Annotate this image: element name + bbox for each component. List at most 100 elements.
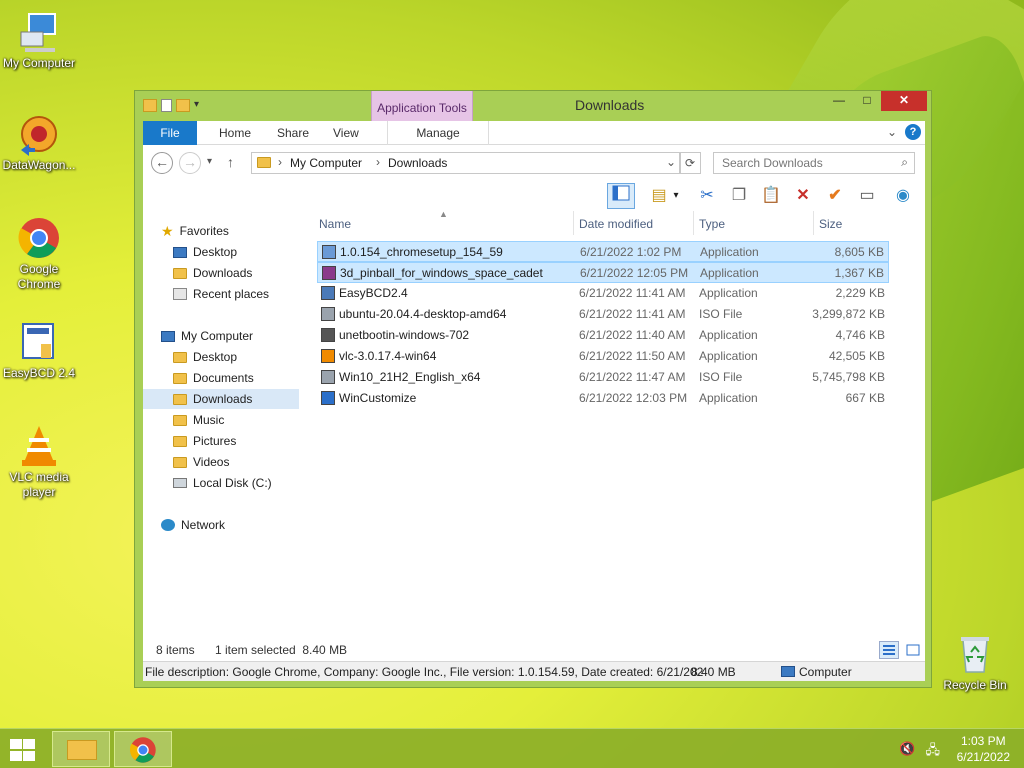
file-row[interactable]: unetbootin-windows-702 6/21/2022 11:40 AM… [317, 325, 889, 346]
desktop-icon-my-computer[interactable]: My Computer [0, 10, 78, 71]
file-row[interactable]: 3d_pinball_for_windows_space_cadet 6/21/2… [317, 262, 889, 283]
up-button[interactable]: ↑ [227, 154, 234, 170]
desktop-icon-recycle-bin[interactable]: Recycle Bin [936, 632, 1014, 693]
file-type: ISO File [699, 370, 743, 384]
column-divider[interactable] [813, 211, 814, 235]
file-date-modified: 6/21/2022 11:41 AM [579, 286, 686, 300]
nav-local-disk[interactable]: Local Disk (C:) [173, 473, 272, 493]
check-icon[interactable]: ✔ [821, 183, 849, 209]
properties-icon[interactable] [161, 98, 172, 112]
minimize-button[interactable]: — [825, 91, 853, 111]
nav-music[interactable]: Music [173, 410, 224, 430]
desktop-icon [173, 246, 187, 258]
preview-pane-button[interactable] [607, 183, 635, 209]
explorer-window: ▾ Application Tools Downloads — □ ✕ File… [134, 90, 932, 688]
file-row[interactable]: vlc-3.0.17.4-win64 6/21/2022 11:50 AM Appl… [317, 346, 889, 367]
recent-places-icon [173, 288, 187, 300]
globe-icon[interactable]: ◉ [889, 183, 917, 209]
clock-time: 1:03 PM [960, 734, 1006, 748]
application-tools-tab[interactable]: Application Tools [371, 91, 473, 121]
close-button[interactable]: ✕ [881, 91, 927, 111]
chrome-setup-icon [322, 245, 336, 259]
nav-videos[interactable]: Videos [173, 452, 229, 472]
desktop-icon-label: Google Chrome [17, 262, 61, 291]
tab-home[interactable]: Home [205, 121, 265, 145]
back-button[interactable]: ← [151, 152, 173, 174]
search-input[interactable]: Search Downloads ⌕ [713, 152, 915, 174]
breadcrumb-my-computer[interactable]: My Computer [290, 156, 362, 170]
volume-muted-icon[interactable]: 🔇 [899, 741, 915, 763]
nav-network[interactable]: Network [161, 515, 225, 535]
folder-icon[interactable] [143, 98, 157, 112]
tab-view[interactable]: View [319, 121, 373, 145]
file-type: Application [700, 266, 759, 280]
chevron-down-icon[interactable]: ▾ [669, 183, 683, 209]
file-type: Application [699, 391, 758, 405]
recent-locations-icon[interactable]: ▾ [207, 156, 212, 167]
tab-file[interactable]: File [143, 121, 197, 145]
desktop-icon-datawagon[interactable]: DataWagon... [0, 112, 78, 173]
details-view-button[interactable] [879, 641, 899, 659]
nav-favorites-downloads[interactable]: Downloads [173, 263, 252, 283]
file-row[interactable]: 1.0.154_chromesetup_154_59 6/21/2022 1:02… [317, 241, 889, 262]
customize-arrow-icon[interactable]: ▾ [194, 97, 202, 113]
new-folder-icon[interactable] [176, 98, 190, 112]
file-date-modified: 6/21/2022 11:40 AM [579, 328, 686, 342]
nav-favorites[interactable]: ★ Favorites [161, 221, 229, 241]
taskbar-chrome[interactable] [114, 731, 172, 767]
folder-icon [173, 456, 187, 468]
file-row[interactable]: WinCustomize 6/21/2022 12:03 PM Applicatio… [317, 388, 889, 409]
expand-ribbon-icon[interactable]: ⌄ [887, 125, 897, 139]
breadcrumb-downloads[interactable]: Downloads [388, 156, 447, 170]
desktop-icon-label: EasyBCD 2.4 [2, 366, 76, 380]
nav-desktop[interactable]: Desktop [173, 347, 237, 367]
easybcd-icon [17, 320, 61, 364]
nav-my-computer[interactable]: My Computer [161, 326, 253, 346]
nav-downloads[interactable]: Downloads [143, 389, 299, 409]
folder-icon [257, 157, 271, 168]
nav-pictures[interactable]: Pictures [173, 431, 236, 451]
clock-date: 6/21/2022 [956, 750, 1010, 764]
cut-icon[interactable]: ✂ [693, 183, 721, 209]
taskbar-file-explorer[interactable] [52, 731, 110, 767]
folder-icon [173, 372, 187, 384]
nav-favorites-recent-places[interactable]: Recent places [173, 284, 269, 304]
delete-icon[interactable]: ✕ [789, 183, 817, 209]
chevron-down-icon[interactable]: ⌄ [666, 155, 676, 169]
column-header-date[interactable]: Date modified [579, 217, 653, 231]
title-bar[interactable]: ▾ Application Tools Downloads — □ ✕ [135, 91, 931, 121]
file-row[interactable]: EasyBCD2.4 6/21/2022 11:41 AM Application 2… [317, 283, 889, 304]
file-row[interactable]: Win10_21H2_English_x64 6/21/2022 11:47 AM… [317, 367, 889, 388]
tab-share[interactable]: Share [263, 121, 323, 145]
rename-icon[interactable]: ▭ [853, 183, 881, 209]
large-icons-view-button[interactable] [903, 641, 923, 659]
maximize-button[interactable]: □ [853, 91, 881, 111]
sort-arrow-icon: ▲ [439, 209, 448, 219]
nav-documents[interactable]: Documents [173, 368, 254, 388]
column-header-name[interactable]: Name [319, 217, 351, 231]
paste-icon[interactable]: 📋 [757, 183, 785, 209]
desktop-icon-vlc[interactable]: VLC media player [0, 424, 78, 500]
copy-icon[interactable]: ❐ [725, 183, 753, 209]
start-button[interactable] [8, 737, 38, 761]
network-icon[interactable]: 🖧 [926, 741, 941, 763]
desktop-icon-google-chrome[interactable]: Google Chrome [0, 216, 78, 292]
nav-favorites-desktop[interactable]: Desktop [173, 242, 237, 262]
tab-manage[interactable]: Manage [387, 121, 489, 145]
file-size: 42,505 KB [828, 349, 885, 363]
nav-label: Favorites [179, 224, 229, 238]
desktop-icon-easybcd[interactable]: EasyBCD 2.4 [0, 320, 78, 381]
address-bar[interactable]: › My Computer › Downloads ⌄ [251, 152, 681, 174]
help-icon[interactable]: ? [905, 124, 921, 140]
column-divider[interactable] [693, 211, 694, 235]
file-name: 3d_pinball_for_windows_space_cadet [340, 266, 543, 280]
clock[interactable]: 1:03 PM 6/21/2022 [957, 733, 1010, 765]
refresh-button[interactable]: ⟳ [679, 152, 701, 174]
nav-label: Documents [193, 371, 254, 385]
file-row[interactable]: ubuntu-20.04.4-desktop-amd64 6/21/2022 11… [317, 304, 889, 325]
column-header-size[interactable]: Size [819, 217, 842, 231]
forward-button[interactable]: → [179, 152, 201, 174]
file-size: 2,229 KB [835, 286, 885, 300]
column-divider[interactable] [573, 211, 574, 235]
column-header-type[interactable]: Type [699, 217, 725, 231]
